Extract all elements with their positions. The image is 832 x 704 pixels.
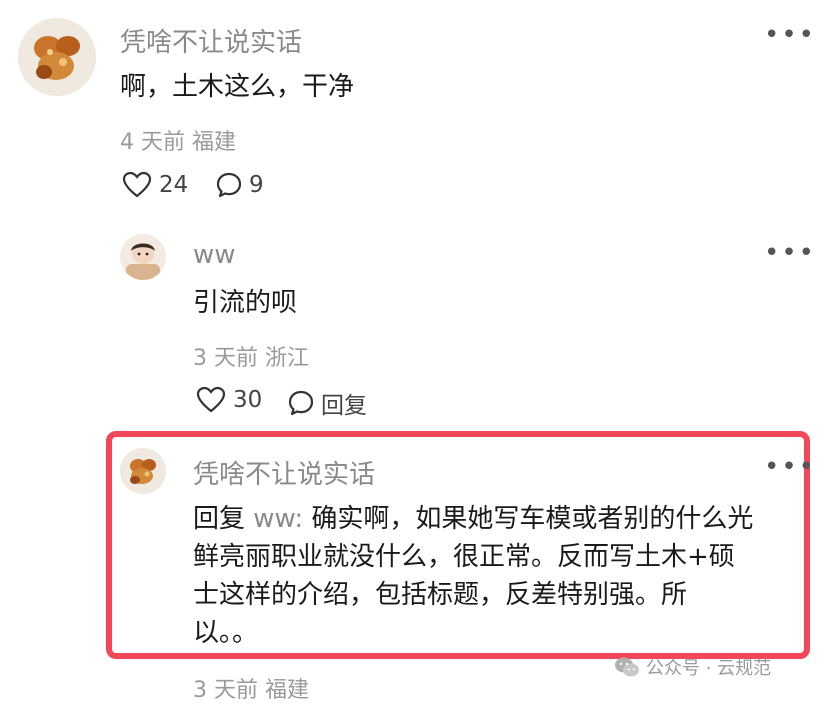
- comment-bubble-icon: [216, 172, 242, 198]
- like-count: 30: [233, 387, 263, 413]
- more-options-icon[interactable]: •••: [764, 240, 816, 266]
- wechat-icon: [615, 657, 639, 677]
- avatar[interactable]: [120, 448, 166, 494]
- reply-label: 回复: [321, 393, 367, 419]
- reply-time-location: 3 天前 福建: [193, 678, 309, 703]
- reply-line: 以。。: [193, 618, 259, 648]
- heart-icon: [196, 386, 226, 413]
- reply-line: 鲜亮丽职业就没什么，很正常。反而写土木+硕: [193, 542, 735, 572]
- more-options-icon[interactable]: •••: [764, 22, 816, 48]
- avatar-image: [120, 234, 166, 280]
- reply-content: 引流的呗: [193, 288, 298, 318]
- reply-button[interactable]: 回复: [287, 386, 367, 420]
- avatar-image: [120, 448, 166, 494]
- like-button[interactable]: 24: [122, 171, 188, 199]
- reply-prefix-word: 回复: [193, 504, 246, 534]
- avatar[interactable]: [120, 234, 166, 280]
- reply-username[interactable]: 凭啥不让说实话: [193, 454, 375, 491]
- comment-count: 9: [249, 172, 264, 198]
- comment-username[interactable]: 凭啥不让说实话: [120, 22, 302, 59]
- reply-text: 确实啊，如果她写车模或者别的什么光: [311, 504, 754, 534]
- avatar-image: [18, 18, 96, 96]
- heart-icon: [122, 171, 152, 198]
- comment-button[interactable]: 9: [215, 171, 264, 199]
- reply-content: 回复 ww: 确实啊，如果她写车模或者别的什么光 鲜亮丽职业就没什么，很正常。反…: [193, 500, 793, 652]
- reply-line: 士这样的介绍，包括标题，反差特别强。所: [193, 580, 688, 610]
- reply-target[interactable]: ww:: [253, 504, 303, 534]
- like-button[interactable]: 30: [196, 386, 262, 414]
- watermark: 公众号 · 云规范: [614, 654, 771, 680]
- more-options-icon[interactable]: •••: [764, 454, 816, 480]
- avatar[interactable]: [18, 18, 96, 96]
- reply-line: 回复 ww: 确实啊，如果她写车模或者别的什么光: [193, 500, 793, 538]
- watermark-text: 公众号 · 云规范: [646, 658, 772, 679]
- like-count: 24: [159, 172, 189, 198]
- comment-content: 啊，土木这么，干净: [120, 72, 355, 102]
- reply-username[interactable]: ww: [193, 240, 236, 270]
- comment-bubble-icon: [288, 390, 314, 416]
- comment-time-location: 4 天前 福建: [120, 130, 236, 155]
- reply-time-location: 3 天前 浙江: [193, 346, 309, 371]
